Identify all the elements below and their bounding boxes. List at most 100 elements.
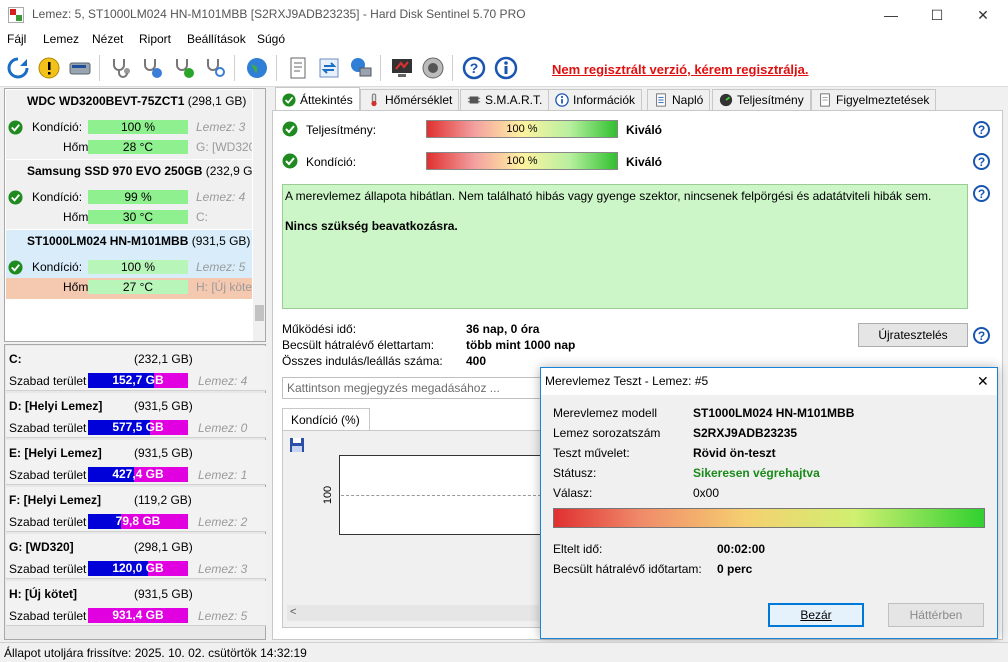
disk-item-selected[interactable]: ST1000LM024 HN-M101MBB (931,5 GB) Kondíc… bbox=[6, 230, 252, 299]
dialog-title-bar: Merevlemez Teszt - Lemez: #5 ✕ bbox=[541, 368, 997, 395]
menu-report[interactable]: Riport bbox=[139, 32, 171, 46]
performance-rating: Kiváló bbox=[626, 123, 663, 137]
operation-label: Teszt művelet: bbox=[553, 446, 630, 460]
scrollbar-thumb[interactable] bbox=[255, 305, 264, 321]
menu-view[interactable]: Nézet bbox=[92, 32, 123, 46]
help-icon[interactable]: ? bbox=[973, 185, 990, 202]
partition-disk: Lemez: 3 bbox=[198, 562, 248, 576]
drive-letters: G: [WD320 bbox=[196, 140, 252, 154]
refresh-icon[interactable] bbox=[4, 54, 32, 82]
close-button[interactable]: ✕ bbox=[960, 0, 1006, 30]
minimize-button[interactable]: — bbox=[868, 0, 914, 30]
chart-scrollbar[interactable]: < bbox=[287, 605, 539, 621]
response-value: 0x00 bbox=[693, 486, 720, 500]
partition-name: D: [Helyi Lemez] bbox=[9, 399, 103, 413]
comment-input[interactable]: Kattintson megjegyzés megadásához ... bbox=[282, 377, 542, 399]
test-progress-bar bbox=[553, 508, 985, 528]
free-space-bar: 79,8 GB bbox=[88, 514, 188, 529]
stethoscope-icon[interactable] bbox=[107, 54, 135, 82]
condition-chart-area: 100 < bbox=[282, 430, 543, 628]
save-icon[interactable] bbox=[289, 437, 305, 453]
partition-item[interactable]: E: [Helyi Lemez] (931,5 GB) Szabad terül… bbox=[6, 440, 266, 485]
register-link[interactable]: Nem regisztrált verzió, kérem regisztrál… bbox=[552, 62, 809, 77]
partition-item[interactable]: F: [Helyi Lemez] (119,2 GB) Szabad terül… bbox=[6, 487, 266, 532]
title-bar: Lemez: 5, ST1000LM024 HN-M101MBB [S2RXJ9… bbox=[0, 0, 1008, 30]
help-icon[interactable]: ? bbox=[460, 54, 488, 82]
drive-letters: H: [Új kötet bbox=[196, 280, 252, 294]
menu-file[interactable]: Fájl bbox=[7, 32, 26, 46]
tab-label: Teljesítmény bbox=[737, 93, 804, 107]
close-dialog-button[interactable]: Bezár bbox=[768, 603, 864, 627]
partition-item[interactable]: C: (232,1 GB) Szabad terület 152,7 GB Le… bbox=[6, 346, 266, 391]
free-space-label: Szabad terület bbox=[9, 374, 87, 388]
condition-label: Kondíció: bbox=[32, 260, 83, 274]
menu-help[interactable]: Súgó bbox=[257, 32, 285, 46]
condition-label: Kondíció: bbox=[32, 120, 83, 134]
thermometer-icon bbox=[371, 93, 377, 107]
stethoscope-search-icon[interactable] bbox=[201, 54, 229, 82]
partition-size: (931,5 GB) bbox=[134, 446, 193, 460]
free-space-label: Szabad terület bbox=[9, 421, 87, 435]
speaker-icon[interactable] bbox=[419, 54, 447, 82]
condition-bar: 99 % bbox=[88, 190, 188, 204]
disk-drive-icon[interactable] bbox=[66, 54, 94, 82]
app-icon bbox=[8, 7, 24, 23]
stethoscope-check-icon[interactable] bbox=[170, 54, 198, 82]
tab-information[interactable]: Információk bbox=[548, 89, 643, 110]
monitor-icon[interactable] bbox=[388, 54, 416, 82]
lifetime-label: Becsült hátralévő élettartam: bbox=[282, 338, 435, 352]
partition-name: C: bbox=[9, 352, 22, 366]
help-icon[interactable]: ? bbox=[973, 327, 990, 344]
menu-settings[interactable]: Beállítások bbox=[187, 32, 246, 46]
condition-label: Kondíció: bbox=[306, 155, 357, 169]
partition-name: G: [WD320] bbox=[9, 540, 74, 554]
dialog-title: Merevlemez Teszt - Lemez: #5 bbox=[545, 374, 709, 388]
check-circle-icon bbox=[282, 121, 298, 137]
response-label: Válasz: bbox=[553, 486, 593, 500]
disk-name: ST1000LM024 HN-M101MBB (931,5 GB) bbox=[27, 234, 251, 248]
info-icon[interactable] bbox=[492, 54, 520, 82]
maximize-button[interactable]: ☐ bbox=[914, 0, 960, 30]
partition-item[interactable]: D: [Helyi Lemez] (931,5 GB) Szabad terül… bbox=[6, 393, 266, 438]
document-icon bbox=[820, 93, 830, 107]
disk-item[interactable]: Samsung SSD 970 EVO 250GB (232,9 GB) Kon… bbox=[6, 160, 264, 229]
temp-bar: 30 °C bbox=[88, 210, 188, 224]
tab-performance[interactable]: Teljesítmény bbox=[712, 89, 811, 110]
help-icon[interactable]: ? bbox=[973, 121, 990, 138]
alert-icon[interactable] bbox=[35, 54, 63, 82]
chip-icon bbox=[467, 96, 481, 104]
info-icon bbox=[555, 93, 569, 107]
transfer-icon[interactable] bbox=[315, 54, 343, 82]
tab-condition-chart[interactable]: Kondíció (%) bbox=[282, 408, 370, 431]
partition-item[interactable]: G: [WD320] (298,1 GB) Szabad terület 120… bbox=[6, 534, 266, 579]
partition-disk: Lemez: 4 bbox=[198, 374, 248, 388]
tab-overview[interactable]: Áttekintés bbox=[275, 87, 360, 111]
network-icon[interactable] bbox=[347, 54, 375, 82]
disk-index: Lemez: 5 bbox=[196, 260, 246, 274]
partition-size: (931,5 GB) bbox=[134, 587, 193, 601]
report-icon[interactable] bbox=[284, 54, 312, 82]
stethoscope-info-icon[interactable] bbox=[138, 54, 166, 82]
disk-list-scrollbar[interactable] bbox=[253, 89, 265, 341]
toolbar: ? bbox=[0, 49, 1008, 87]
disk-test-dialog: Merevlemez Teszt - Lemez: #5 ✕ Merevleme… bbox=[540, 367, 998, 639]
help-icon[interactable]: ? bbox=[973, 153, 990, 170]
menu-disk[interactable]: Lemez bbox=[43, 32, 79, 46]
partition-item[interactable]: H: [Új kötet] (931,5 GB) Szabad terület … bbox=[6, 581, 266, 626]
tab-temperature[interactable]: Hőmérséklet bbox=[360, 89, 460, 110]
retest-button[interactable]: Újratesztelés bbox=[858, 323, 968, 347]
status-bar: Állapot utoljára frissítve: 2025. 10. 02… bbox=[0, 642, 1008, 662]
disk-name: Samsung SSD 970 EVO 250GB (232,9 GB) bbox=[27, 164, 265, 178]
tab-smart[interactable]: S.M.A.R.T. bbox=[460, 89, 550, 110]
dialog-close-icon[interactable]: ✕ bbox=[977, 373, 989, 390]
globe-icon[interactable] bbox=[243, 54, 271, 82]
status-value: Sikeresen végrehajtva bbox=[693, 466, 820, 480]
condition-rating: Kiváló bbox=[626, 155, 663, 169]
tab-alerts[interactable]: Figyelmeztetések bbox=[811, 89, 937, 110]
partition-size: (232,1 GB) bbox=[134, 352, 193, 366]
starts-label: Összes indulás/leállás száma: bbox=[282, 354, 443, 368]
performance-bar: 100 % bbox=[426, 120, 618, 138]
tab-label: Hőmérséklet bbox=[385, 93, 453, 107]
tab-log[interactable]: Napló bbox=[647, 89, 711, 110]
disk-item[interactable]: WDC WD3200BEVT-75ZCT1 (298,1 GB) Kondíci… bbox=[6, 90, 252, 159]
